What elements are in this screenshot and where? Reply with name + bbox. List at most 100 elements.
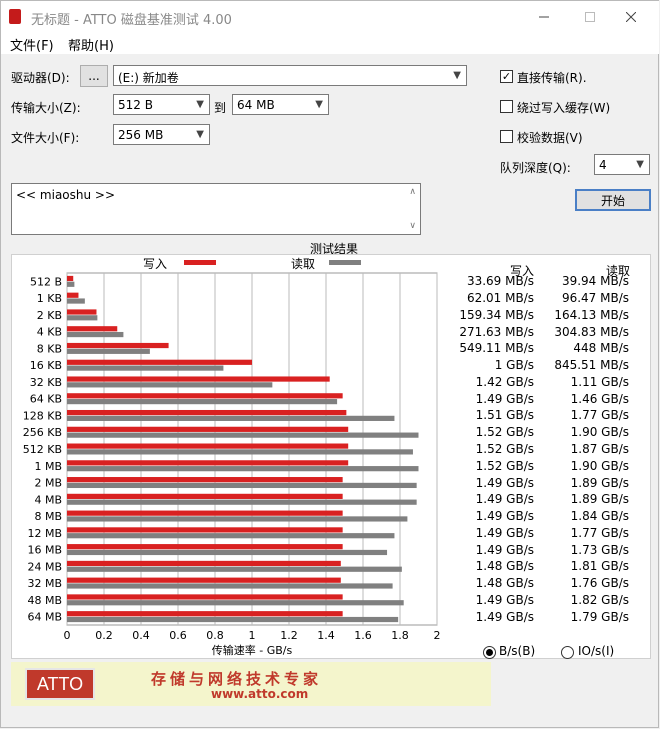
chevron-down-icon: ▼: [196, 129, 204, 140]
chart-panel: 0 0.2 0.4 0.6 0.8 1 1.2 1.4 1.6 1.8 2 传输速率 - GB/s 写入…: [11, 254, 651, 659]
read-result: 448 MB/s: [573, 341, 629, 356]
write-bar: [67, 443, 349, 449]
x-tick-label: 0.2: [95, 629, 113, 642]
close-icon: [626, 11, 636, 22]
y-tick-label: 8 MB: [34, 510, 62, 523]
units-bs-radio[interactable]: [483, 646, 496, 659]
legend-write-label: 写入: [143, 257, 167, 271]
file-size-value: 256 MB: [118, 128, 164, 142]
browse-button[interactable]: ...: [80, 65, 108, 87]
banner-url[interactable]: www.atto.com: [211, 687, 308, 701]
y-tick-label: 2 KB: [37, 309, 62, 322]
write-result: 1.52 GB/s: [475, 442, 534, 456]
to-label: 到: [214, 101, 227, 115]
y-tick-label: 512 B: [30, 275, 62, 288]
write-bar: [67, 359, 252, 365]
x-tick-label: 1.2: [280, 629, 298, 642]
write-result: 1.49 GB/s: [475, 542, 534, 557]
read-result: 304.83 MB/s: [554, 324, 629, 339]
x-tick-label: 0.8: [206, 629, 224, 642]
y-tick-label: 8 KB: [37, 342, 62, 355]
y-tick-label: 256 KB: [23, 426, 62, 439]
write-result: 271.63 MB/s: [459, 324, 534, 339]
y-tick-label: 48 MB: [27, 594, 62, 607]
scroll-up-icon[interactable]: ∧: [409, 187, 416, 197]
transfer-to-value: 64 MB: [237, 98, 275, 112]
legend-write-swatch: [184, 260, 216, 265]
read-bar: [67, 482, 417, 489]
verify-checkbox[interactable]: [500, 130, 513, 143]
description-text: << miaoshu >>: [16, 188, 116, 202]
transfer-size-label: 传输大小(Z):: [11, 101, 81, 115]
y-tick-label: 16 MB: [27, 544, 62, 557]
units-bs-label: B/s(B): [499, 644, 536, 658]
read-result: 1.84 GB/s: [570, 509, 629, 524]
read-bar: [67, 382, 273, 388]
y-tick-label: 4 MB: [34, 493, 62, 506]
read-result: 39.94 MB/s: [561, 274, 629, 289]
read-bar: [67, 432, 419, 438]
y-tick-label: 24 MB: [27, 560, 62, 573]
write-result: 1.49 GB/s: [475, 509, 534, 524]
write-bar: [67, 309, 97, 315]
read-bar: [67, 315, 98, 321]
bypass-cache-checkbox[interactable]: [500, 100, 513, 113]
close-button[interactable]: [608, 1, 654, 32]
minimize-button[interactable]: [521, 1, 567, 32]
y-tick-label: 1 KB: [37, 292, 62, 305]
transfer-to-select[interactable]: 64 MB ▼: [232, 94, 329, 115]
scroll-down-icon[interactable]: ∨: [409, 221, 416, 231]
read-bar: [67, 466, 419, 472]
queue-depth-select[interactable]: 4 ▼: [594, 154, 650, 175]
read-bar: [67, 415, 395, 421]
app-window: 无标题 - ATTO 磁盘基准测试 4.00 文件(F) 帮助(H) 驱动器(D…: [0, 0, 659, 728]
menu-file[interactable]: 文件(F): [10, 35, 54, 54]
drive-label: 驱动器(D):: [11, 71, 70, 85]
file-size-label: 文件大小(F):: [11, 131, 80, 145]
menu-help[interactable]: 帮助(H): [68, 35, 114, 54]
y-tick-label: 16 KB: [30, 359, 62, 372]
read-result: 96.47 MB/s: [561, 291, 629, 306]
direct-io-checkbox[interactable]: ✓: [500, 70, 513, 83]
read-bar: [67, 566, 402, 572]
y-tick-label: 64 KB: [30, 393, 62, 406]
write-bar: [67, 527, 343, 533]
menu-bar: 文件(F) 帮助(H): [1, 32, 659, 54]
x-tick-label: 1.6: [354, 629, 372, 642]
banner-slogan: 存储与网络技术专家: [151, 670, 323, 688]
write-result: 1.42 GB/s: [475, 374, 534, 389]
read-result: 1.89 GB/s: [570, 492, 629, 507]
write-result: 1.48 GB/s: [475, 576, 534, 591]
write-result: 62.01 MB/s: [466, 291, 534, 306]
file-size-select[interactable]: 256 MB ▼: [113, 124, 210, 145]
y-tick-label: 4 KB: [37, 326, 62, 339]
x-tick-label: 1: [249, 629, 256, 642]
read-result: 1.77 GB/s: [570, 408, 629, 423]
write-result: 1.52 GB/s: [475, 458, 534, 473]
direct-io-label: 直接传输(R).: [517, 71, 587, 85]
y-tick-label: 12 MB: [27, 527, 62, 540]
write-result: 1.49 GB/s: [475, 609, 534, 624]
write-result: 1.51 GB/s: [475, 408, 534, 423]
write-bar: [67, 577, 341, 583]
drive-select[interactable]: (E:) 新加卷 ▼: [113, 65, 467, 86]
y-tick-label: 512 KB: [23, 443, 62, 456]
read-result: 1.90 GB/s: [570, 458, 629, 473]
bypass-cache-label: 绕过写入缓存(W): [517, 101, 611, 115]
read-bar: [67, 281, 75, 287]
read-bar: [67, 298, 85, 304]
y-tick-label: 32 MB: [27, 577, 62, 590]
y-tick-label: 32 KB: [30, 376, 62, 389]
write-bar: [67, 275, 74, 282]
start-button[interactable]: 开始: [575, 189, 651, 211]
title-bar: 无标题 - ATTO 磁盘基准测试 4.00: [1, 1, 659, 32]
x-tick-label: 2: [434, 629, 441, 642]
chevron-down-icon: ▼: [636, 159, 644, 170]
read-bar: [67, 365, 224, 371]
transfer-from-select[interactable]: 512 B ▼: [113, 94, 210, 115]
maximize-button[interactable]: [567, 1, 613, 32]
x-tick-label: 1.4: [317, 629, 335, 642]
units-ios-radio[interactable]: [561, 646, 574, 659]
description-box[interactable]: << miaoshu >> ∧ ∨: [11, 183, 421, 235]
read-bar: [67, 616, 399, 623]
